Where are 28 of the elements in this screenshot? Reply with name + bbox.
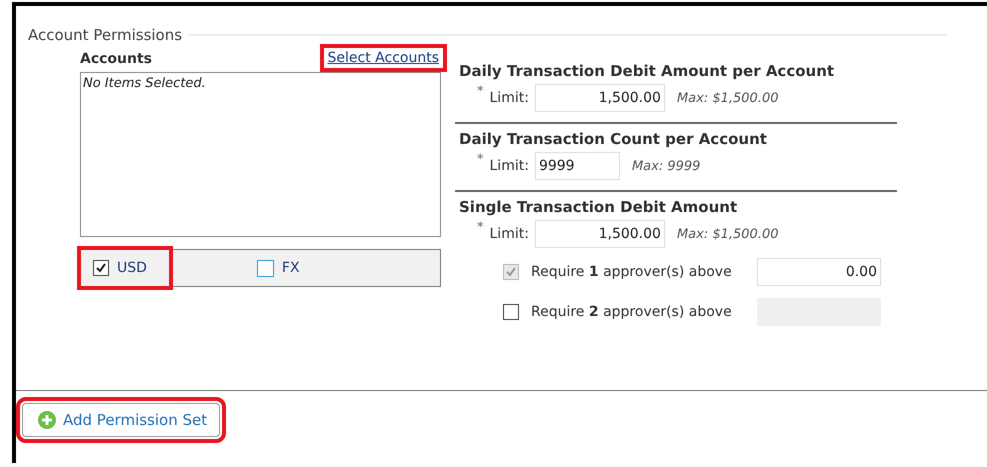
accounts-list[interactable]: No Items Selected.	[80, 72, 441, 237]
currency-option[interactable]: USD	[77, 246, 173, 290]
required-mark: *	[477, 152, 484, 167]
currency-option[interactable]: FX	[240, 246, 326, 290]
plus-icon	[37, 410, 57, 430]
limit-field[interactable]: 9999	[534, 152, 620, 180]
accounts-label: Accounts	[80, 51, 152, 69]
max-text: Max: $1,500.00	[676, 226, 778, 242]
limit-label: Limit:	[490, 90, 529, 106]
approver-label: Require 1 approver(s) above	[531, 264, 733, 280]
section-title: Account Permissions	[28, 26, 182, 44]
required-mark: *	[477, 84, 484, 99]
select-accounts-link[interactable]: Select Accounts	[320, 44, 447, 72]
limit-title: Daily Transaction Count per Account	[459, 130, 768, 148]
max-text: Max: $1,500.00	[676, 90, 778, 106]
checkbox[interactable]	[93, 260, 109, 276]
limit-field[interactable]: 1,500.00	[534, 220, 665, 248]
max-text: Max: 9999	[632, 158, 700, 174]
required-mark: *	[477, 220, 484, 235]
limit-field[interactable]: 1,500.00	[534, 84, 665, 112]
checkbox[interactable]	[256, 260, 274, 276]
limit-title: Single Transaction Debit Amount	[459, 198, 738, 216]
limit-title: Daily Transaction Debit Amount per Account	[459, 62, 836, 80]
checkbox[interactable]	[503, 304, 519, 320]
empty-text: No Items Selected.	[83, 76, 206, 91]
limit-label: Limit:	[490, 158, 529, 174]
limit-label: Limit:	[490, 226, 529, 242]
approver-label: Require 2 approver(s) above	[531, 304, 733, 320]
